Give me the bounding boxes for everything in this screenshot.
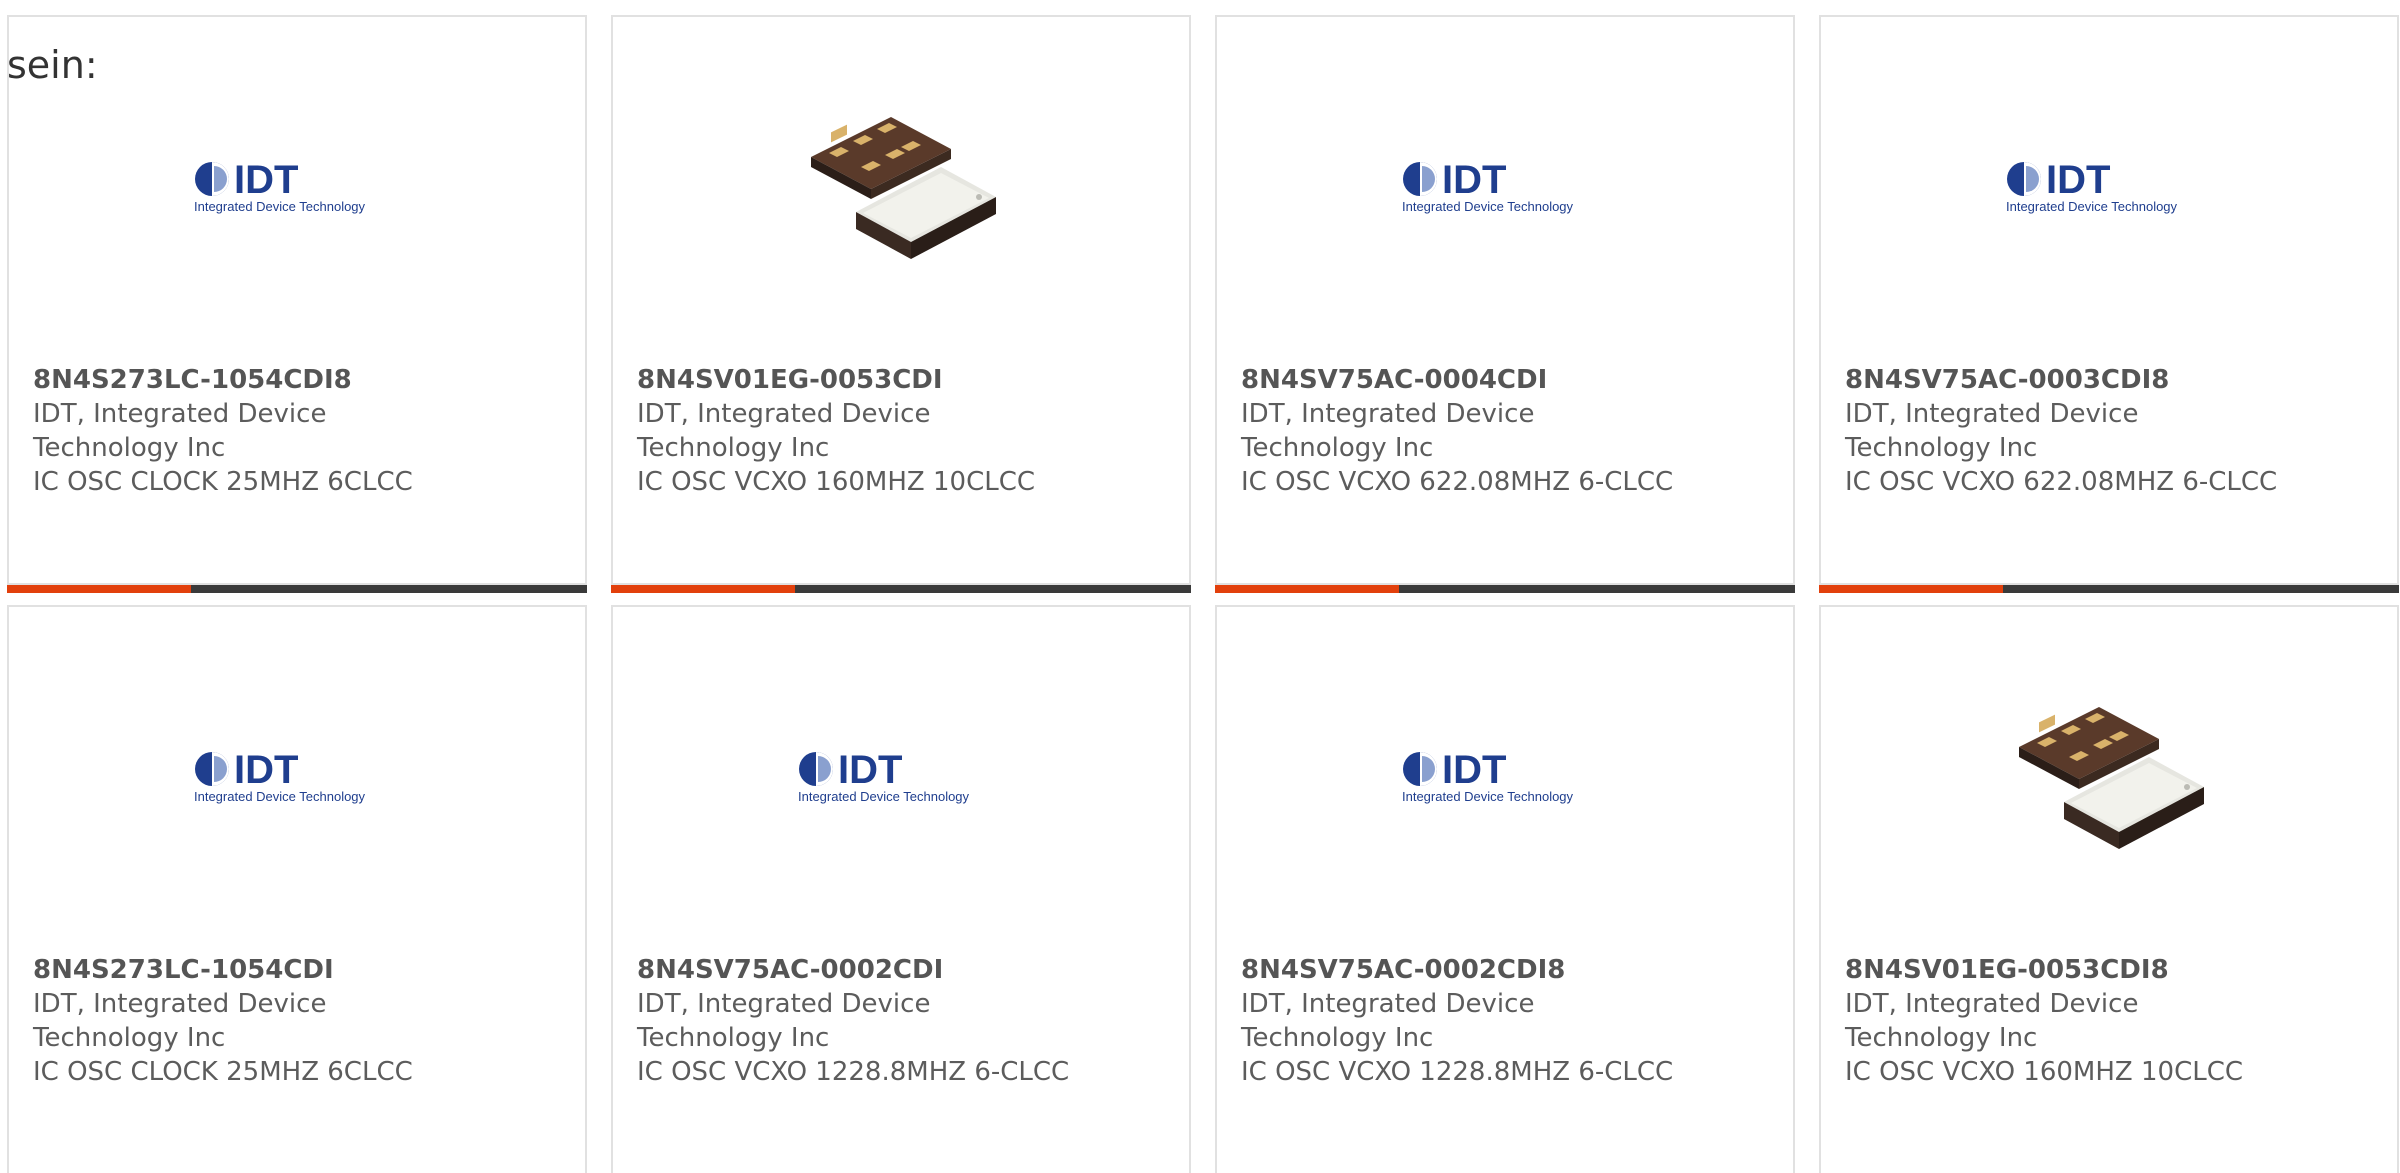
card-accent-bar [1819,585,2003,593]
part-number[interactable]: 8N4S273LC-1054CDI [33,953,453,987]
logo-tagline: Integrated Device Technology [2006,199,2178,214]
product-thumbnail[interactable]: IDT Integrated Device Technology [1217,607,1793,947]
part-number[interactable]: 8N4SV01EG-0053CDI8 [1845,953,2265,987]
product-info: 8N4S273LC-1054CDI IDT, Integrated Device… [33,953,453,1089]
product-card[interactable]: 8N4SV01EG-0053CDI IDT, Integrated Device… [611,15,1191,593]
oscillator-chip-image [2019,707,2204,849]
product-description: IC OSC VCXO 1228.8MHZ 6-CLCC [1241,1057,1674,1087]
card-bottom-bar [7,585,587,593]
card-accent-bar [1215,585,1399,593]
product-info: 8N4SV01EG-0053CDI IDT, Integrated Device… [637,363,1057,499]
manufacturer: IDT, Integrated Device Technology Inc [1845,399,2139,463]
product-image-slot: IDT Integrated Device Technology [1400,747,1610,807]
logo-wordmark: IDT [234,748,298,792]
product-info: 8N4SV01EG-0053CDI8 IDT, Integrated Devic… [1845,953,2265,1089]
product-grid: IDT Integrated Device Technology 8N4S273L… [0,0,2400,1173]
manufacturer: IDT, Integrated Device Technology Inc [33,399,327,463]
part-number[interactable]: 8N4SV75AC-0002CDI [637,953,1057,987]
manufacturer: IDT, Integrated Device Technology Inc [1241,989,1535,1053]
idt-logo: IDTIntegrated Device Technology [1402,748,1574,804]
manufacturer: IDT, Integrated Device Technology Inc [33,989,327,1053]
product-image-slot [801,87,1001,287]
product-image-slot: IDT Integrated Device Technology [1400,157,1610,217]
product-image-slot: IDT Integrated Device Technology [796,747,1006,807]
product-thumbnail[interactable]: IDT Integrated Device Technology [1217,17,1793,357]
card-bottom-bar [1215,585,1795,593]
product-description: IC OSC VCXO 622.08MHZ 6-CLCC [1845,467,2278,497]
part-number[interactable]: 8N4SV75AC-0002CDI8 [1241,953,1661,987]
product-description: IC OSC VCXO 1228.8MHZ 6-CLCC [637,1057,1070,1087]
logo-wordmark: IDT [1442,748,1506,792]
part-number[interactable]: 8N4S273LC-1054CDI8 [33,363,453,397]
idt-logo: IDTIntegrated Device Technology [1402,158,1574,214]
card-accent-bar [7,585,191,593]
product-info: 8N4S273LC-1054CDI8 IDT, Integrated Devic… [33,363,453,499]
logo-wordmark: IDT [234,158,298,202]
product-thumbnail[interactable] [1821,607,2397,947]
product-thumbnail[interactable]: IDT Integrated Device Technology [9,607,585,947]
card-bottom-bar [1819,585,2399,593]
manufacturer: IDT, Integrated Device Technology Inc [1241,399,1535,463]
product-card[interactable]: IDT Integrated Device Technology 8N4SV75A… [611,605,1191,1173]
product-info: 8N4SV75AC-0003CDI8 IDT, Integrated Devic… [1845,363,2278,499]
manufacturer: IDT, Integrated Device Technology Inc [637,399,931,463]
product-info: 8N4SV75AC-0002CDI IDT, Integrated Device… [637,953,1070,1089]
logo-tagline: Integrated Device Technology [194,199,366,214]
product-image-slot [2009,677,2209,877]
logo-tagline: Integrated Device Technology [1402,789,1574,804]
product-card[interactable]: IDT Integrated Device Technology 8N4S273L… [7,605,587,1173]
product-info: 8N4SV75AC-0004CDI IDT, Integrated Device… [1241,363,1674,499]
oscillator-chip-image [811,117,996,259]
logo-wordmark: IDT [1442,158,1506,202]
logo-tagline: Integrated Device Technology [194,789,366,804]
product-description: IC OSC VCXO 160MHZ 10CLCC [1845,1057,2244,1087]
logo-tagline: Integrated Device Technology [1402,199,1574,214]
idt-logo: IDTIntegrated Device Technology [798,748,970,804]
product-thumbnail[interactable]: IDT Integrated Device Technology [613,607,1189,947]
product-image-slot: IDT Integrated Device Technology [192,157,402,217]
product-card[interactable]: IDT Integrated Device Technology 8N4SV75A… [1819,15,2399,593]
manufacturer: IDT, Integrated Device Technology Inc [1845,989,2139,1053]
product-thumbnail[interactable]: IDT Integrated Device Technology [1821,17,2397,357]
logo-tagline: Integrated Device Technology [798,789,970,804]
product-card[interactable]: IDT Integrated Device Technology 8N4SV75A… [1215,15,1795,593]
part-number[interactable]: 8N4SV75AC-0003CDI8 [1845,363,2265,397]
product-description: IC OSC VCXO 622.08MHZ 6-CLCC [1241,467,1674,497]
card-accent-bar [611,585,795,593]
product-description: IC OSC CLOCK 25MHZ 6CLCC [33,1057,413,1087]
product-info: 8N4SV75AC-0002CDI8 IDT, Integrated Devic… [1241,953,1674,1089]
logo-wordmark: IDT [2046,158,2110,202]
part-number[interactable]: 8N4SV75AC-0004CDI [1241,363,1661,397]
product-description: IC OSC VCXO 160MHZ 10CLCC [637,467,1036,497]
product-image-slot: IDT Integrated Device Technology [192,747,402,807]
product-description: IC OSC CLOCK 25MHZ 6CLCC [33,467,413,497]
part-number[interactable]: 8N4SV01EG-0053CDI [637,363,1057,397]
card-bottom-bar [611,585,1191,593]
idt-logo: IDTIntegrated Device Technology [2006,158,2178,214]
product-card[interactable]: 8N4SV01EG-0053CDI8 IDT, Integrated Devic… [1819,605,2399,1173]
idt-logo: IDTIntegrated Device Technology [194,158,366,214]
product-card[interactable]: IDT Integrated Device Technology 8N4SV75A… [1215,605,1795,1173]
manufacturer: IDT, Integrated Device Technology Inc [637,989,931,1053]
idt-logo: IDTIntegrated Device Technology [194,748,366,804]
product-card[interactable]: IDT Integrated Device Technology 8N4S273L… [7,15,587,593]
product-thumbnail[interactable] [613,17,1189,357]
product-image-slot: IDT Integrated Device Technology [2004,157,2214,217]
intro-text: sein: [7,43,98,87]
logo-wordmark: IDT [838,748,902,792]
